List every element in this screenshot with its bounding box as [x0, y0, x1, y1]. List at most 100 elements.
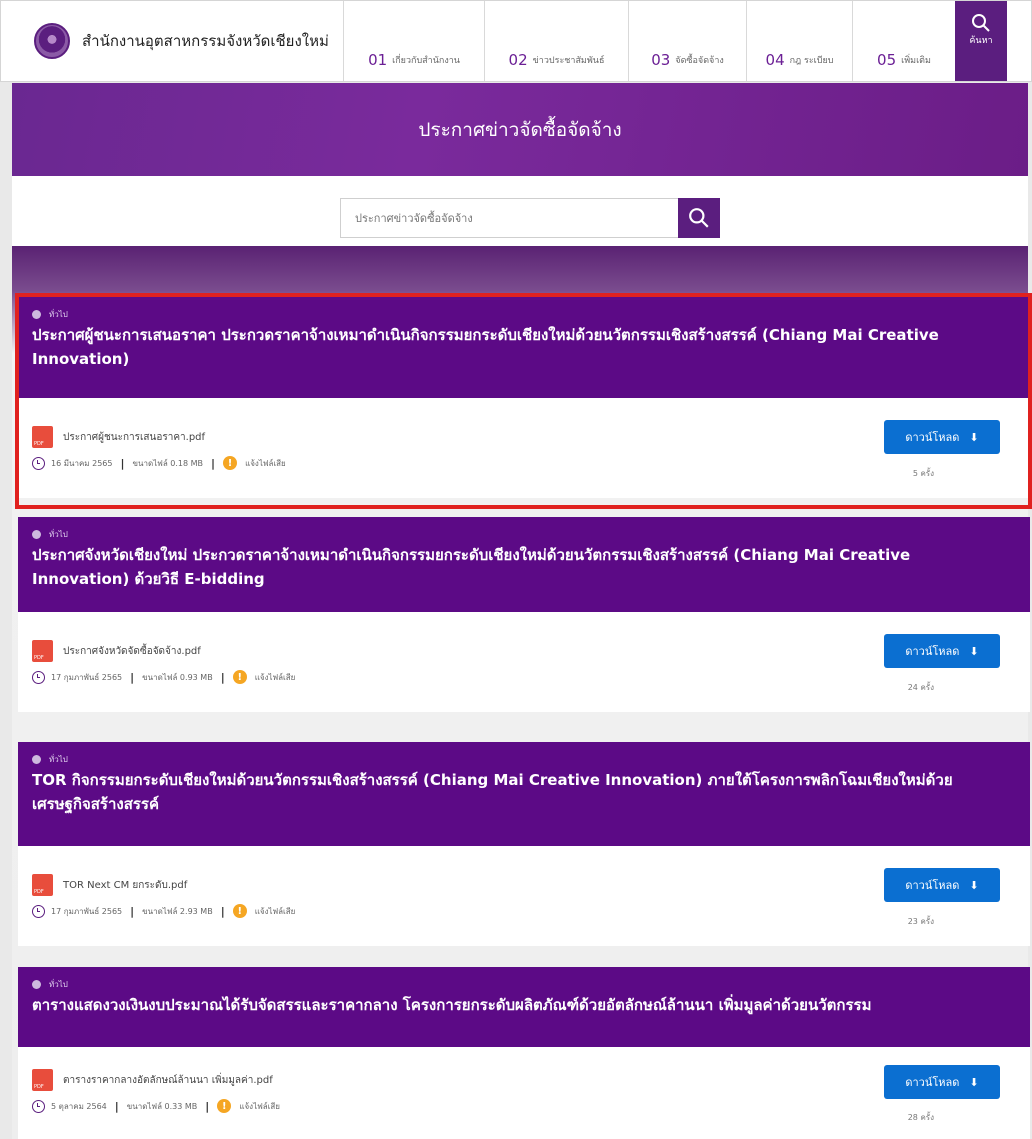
tag-label: ทั่วไป — [49, 754, 68, 764]
download-icon: ⬇ — [969, 878, 979, 892]
download-button[interactable]: ดาวน์โหลด ⬇ — [884, 1065, 1000, 1099]
file-meta: 5 ตุลาคม 2564 | ขนาดไฟล์ 0.33 MB | ! แจ้… — [32, 1099, 280, 1113]
report-broken-link[interactable]: แจ้งไฟล์เสีย — [255, 671, 296, 684]
top-navbar: สำนักงานอุตสาหกรรมจังหวัดเชียงใหม่ 01 เก… — [0, 0, 1032, 82]
separator: | — [114, 1099, 119, 1113]
clock-icon — [32, 456, 45, 470]
search-box — [340, 198, 720, 238]
logo — [34, 23, 70, 59]
nav-number: 04 — [765, 51, 785, 69]
search-input[interactable] — [340, 198, 678, 238]
file-link[interactable]: ประกาศผู้ชนะการเสนอราคา.pdf — [32, 426, 205, 448]
download-icon: ⬇ — [969, 430, 979, 444]
nav-item-more[interactable]: 05 เพิ่มเติม — [852, 1, 955, 81]
tag-label: ทั่วไป — [49, 529, 68, 539]
file-size: ขนาดไฟล์ 0.93 MB — [142, 672, 213, 682]
file-link[interactable]: ตารางราคากลางอัตลักษณ์ล้านนา เพิ่มมูลค่า… — [32, 1069, 273, 1091]
tag-icon — [32, 309, 41, 319]
download-label: ดาวน์โหลด — [905, 431, 960, 444]
announcement-card: ทั่วไป ประกาศผู้ชนะการเสนอราคา ประกวดราค… — [18, 297, 1030, 498]
download-count: 24 ครั้ง — [907, 683, 934, 692]
main-nav: 01 เกี่ยวกับสำนักงาน 02 ข่าวประชาสัมพันธ… — [343, 1, 1007, 81]
card-body: ตารางราคากลางอัตลักษณ์ล้านนา เพิ่มมูลค่า… — [18, 1047, 1030, 1139]
nav-number: 05 — [877, 51, 897, 69]
tag-icon — [32, 979, 41, 989]
card-tag: ทั่วไป — [32, 307, 1016, 321]
pdf-icon — [32, 874, 53, 896]
separator: | — [130, 670, 135, 684]
search-button[interactable] — [678, 198, 720, 238]
pdf-icon — [32, 426, 53, 448]
download-button[interactable]: ดาวน์โหลด ⬇ — [884, 634, 1000, 668]
separator: | — [220, 670, 225, 684]
download-count: 23 ครั้ง — [907, 917, 934, 926]
site-name: สำนักงานอุตสาหกรรมจังหวัดเชียงใหม่ — [82, 32, 329, 50]
brand[interactable]: สำนักงานอุตสาหกรรมจังหวัดเชียงใหม่ — [1, 1, 343, 81]
warning-icon: ! — [232, 904, 247, 918]
download-count: 28 ครั้ง — [907, 1113, 934, 1122]
nav-item-news[interactable]: 02 ข่าวประชาสัมพันธ์ — [484, 1, 628, 81]
nav-number: 01 — [368, 51, 388, 69]
file-link[interactable]: TOR Next CM ยกระดับ.pdf — [32, 874, 187, 896]
warning-icon: ! — [223, 456, 238, 470]
card-tag: ทั่วไป — [32, 977, 1016, 991]
report-broken-link[interactable]: แจ้งไฟล์เสีย — [245, 457, 286, 470]
pdf-icon — [32, 1069, 53, 1091]
separator: | — [205, 1099, 210, 1113]
card-body: ประกาศผู้ชนะการเสนอราคา.pdf 16 มีนาคม 25… — [18, 398, 1030, 498]
separator: | — [130, 904, 135, 918]
card-title[interactable]: TOR กิจกรรมยกระดับเชียงใหม่ด้วยนวัตกรรมเ… — [32, 768, 1016, 816]
card-body: ประกาศจังหวัดจัดซื้อจัดจ้าง.pdf 17 กุมภา… — [18, 612, 1030, 712]
nav-item-about[interactable]: 01 เกี่ยวกับสำนักงาน — [343, 1, 484, 81]
nav-number: 02 — [508, 51, 528, 69]
nav-label: จัดซื้อจัดจ้าง — [675, 56, 724, 66]
file-meta: 17 กุมภาพันธ์ 2565 | ขนาดไฟล์ 2.93 MB | … — [32, 904, 295, 918]
nav-search-button[interactable]: ค้นหา — [955, 1, 1007, 81]
clock-icon — [32, 1099, 45, 1113]
card-header: ทั่วไป ตารางแสดงวงเงินงบประมาณได้รับจัดส… — [18, 967, 1030, 1047]
file-name: ตารางราคากลางอัตลักษณ์ล้านนา เพิ่มมูลค่า… — [63, 1074, 273, 1086]
separator: | — [120, 456, 125, 470]
card-header: ทั่วไป ประกาศผู้ชนะการเสนอราคา ประกวดราค… — [18, 297, 1030, 398]
nav-label: ข่าวประชาสัมพันธ์ — [532, 56, 605, 66]
download-label: ดาวน์โหลด — [905, 879, 960, 892]
announcement-card: ทั่วไป TOR กิจกรรมยกระดับเชียงใหม่ด้วยนว… — [18, 742, 1030, 946]
card-title[interactable]: ตารางแสดงวงเงินงบประมาณได้รับจัดสรรและรา… — [32, 993, 1016, 1017]
card-tag: ทั่วไป — [32, 752, 1016, 766]
search-area — [12, 176, 1028, 246]
file-meta: 16 มีนาคม 2565 | ขนาดไฟล์ 0.18 MB | ! แจ… — [32, 456, 286, 470]
download-icon: ⬇ — [969, 1075, 979, 1089]
pdf-icon — [32, 640, 53, 662]
file-name: TOR Next CM ยกระดับ.pdf — [63, 879, 188, 891]
page-hero: ประกาศข่าวจัดซื้อจัดจ้าง — [12, 83, 1028, 176]
card-header: ทั่วไป ประกาศจังหวัดเชียงใหม่ ประกวดราคา… — [18, 517, 1030, 612]
file-size: ขนาดไฟล์ 0.18 MB — [132, 458, 204, 468]
file-meta: 17 กุมภาพันธ์ 2565 | ขนาดไฟล์ 0.93 MB | … — [32, 670, 295, 684]
page-title: ประกาศข่าวจัดซื้อจัดจ้าง — [418, 118, 622, 141]
nav-number: 03 — [651, 51, 671, 69]
report-broken-link[interactable]: แจ้งไฟล์เสีย — [255, 905, 296, 918]
tag-label: ทั่วไป — [49, 309, 68, 319]
card-title[interactable]: ประกาศจังหวัดเชียงใหม่ ประกวดราคาจ้างเหม… — [32, 543, 1016, 591]
warning-icon: ! — [232, 670, 247, 684]
download-button[interactable]: ดาวน์โหลด ⬇ — [884, 420, 1000, 454]
report-broken-link[interactable]: แจ้งไฟล์เสีย — [239, 1100, 280, 1113]
file-date: 5 ตุลาคม 2564 — [51, 1101, 107, 1111]
warning-icon: ! — [217, 1099, 232, 1113]
download-label: ดาวน์โหลด — [905, 1076, 960, 1089]
tag-icon — [32, 754, 41, 764]
search-icon — [972, 14, 990, 32]
clock-icon — [32, 904, 45, 918]
file-name: ประกาศผู้ชนะการเสนอราคา.pdf — [63, 431, 206, 443]
nav-label: เพิ่มเติม — [901, 56, 931, 66]
tag-label: ทั่วไป — [49, 979, 68, 989]
file-link[interactable]: ประกาศจังหวัดจัดซื้อจัดจ้าง.pdf — [32, 640, 201, 662]
nav-item-regulations[interactable]: 04 กฎ ระเบียบ — [746, 1, 852, 81]
card-title[interactable]: ประกาศผู้ชนะการเสนอราคา ประกวดราคาจ้างเห… — [32, 323, 1016, 371]
announcement-card: ทั่วไป ประกาศจังหวัดเชียงใหม่ ประกวดราคา… — [18, 517, 1030, 712]
tag-icon — [32, 529, 41, 539]
file-date: 17 กุมภาพันธ์ 2565 — [51, 906, 123, 916]
download-button[interactable]: ดาวน์โหลด ⬇ — [884, 868, 1000, 902]
download-icon: ⬇ — [969, 644, 979, 658]
nav-item-procurement[interactable]: 03 จัดซื้อจัดจ้าง — [628, 1, 746, 81]
